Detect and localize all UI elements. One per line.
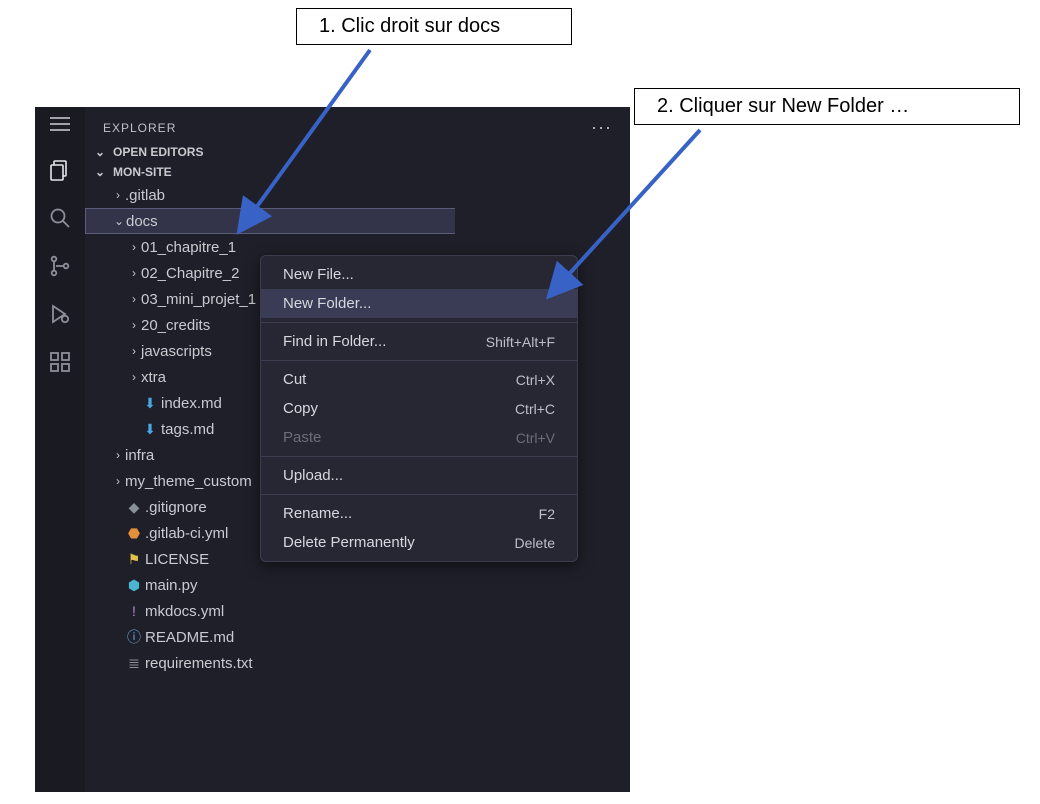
label: .gitignore bbox=[145, 499, 207, 516]
section-workspace-label: MON-SITE bbox=[113, 165, 172, 179]
label: infra bbox=[125, 447, 154, 464]
chevron-right-icon: › bbox=[127, 318, 141, 332]
label: my_theme_custom bbox=[125, 473, 252, 490]
menu-new-file-label: New File... bbox=[283, 266, 354, 283]
chevron-right-icon: › bbox=[111, 474, 125, 488]
menu-cut[interactable]: Cut Ctrl+X bbox=[261, 365, 577, 394]
source-control-icon[interactable] bbox=[47, 253, 73, 279]
label: tags.md bbox=[161, 421, 214, 438]
label: .gitlab-ci.yml bbox=[145, 525, 228, 542]
menu-rename-shortcut: F2 bbox=[539, 506, 555, 522]
menu-delete-label: Delete Permanently bbox=[283, 534, 415, 551]
label: 02_Chapitre_2 bbox=[141, 265, 239, 282]
chevron-right-icon: › bbox=[127, 240, 141, 254]
menu-separator bbox=[261, 322, 577, 323]
section-open-editors[interactable]: ⌄ OPEN EDITORS bbox=[85, 142, 630, 162]
markdown-icon: ⬇ bbox=[141, 395, 159, 412]
tree-file-mkdocs[interactable]: ! mkdocs.yml bbox=[85, 598, 630, 624]
menu-separator bbox=[261, 360, 577, 361]
menu-delete-permanently[interactable]: Delete Permanently Delete bbox=[261, 528, 577, 557]
menu-rename-label: Rename... bbox=[283, 505, 352, 522]
menu-copy-shortcut: Ctrl+C bbox=[515, 401, 555, 417]
menu-separator bbox=[261, 456, 577, 457]
menu-paste: Paste Ctrl+V bbox=[261, 423, 577, 452]
tree-file-readme[interactable]: ⓘ README.md bbox=[85, 624, 630, 650]
context-menu: New File... New Folder... Find in Folder… bbox=[260, 255, 578, 562]
menu-cut-shortcut: Ctrl+X bbox=[516, 372, 555, 388]
menu-paste-label: Paste bbox=[283, 429, 321, 446]
info-icon: ⓘ bbox=[125, 627, 143, 647]
menu-new-file[interactable]: New File... bbox=[261, 260, 577, 289]
label: mkdocs.yml bbox=[145, 603, 224, 620]
menu-delete-shortcut: Delete bbox=[515, 535, 555, 551]
label: requirements.txt bbox=[145, 655, 253, 672]
label: 01_chapitre_1 bbox=[141, 239, 236, 256]
label: LICENSE bbox=[145, 551, 209, 568]
callout-1-text: 1. Clic droit sur docs bbox=[319, 15, 500, 37]
tree-folder-gitlab[interactable]: › .gitlab bbox=[85, 182, 630, 208]
tree-file-requirements[interactable]: ≣ requirements.txt bbox=[85, 650, 630, 676]
license-icon: ⚑ bbox=[125, 551, 143, 568]
menu-separator bbox=[261, 494, 577, 495]
label: docs bbox=[126, 213, 158, 230]
tree-file-mainpy[interactable]: ⬢ main.py bbox=[85, 572, 630, 598]
menu-find-shortcut: Shift+Alt+F bbox=[486, 334, 555, 350]
section-open-editors-label: OPEN EDITORS bbox=[113, 145, 203, 159]
menu-find-in-folder[interactable]: Find in Folder... Shift+Alt+F bbox=[261, 327, 577, 356]
menu-upload[interactable]: Upload... bbox=[261, 461, 577, 490]
git-icon: ◆ bbox=[125, 499, 143, 516]
callout-1: 1. Clic droit sur docs bbox=[296, 8, 572, 45]
label: .gitlab bbox=[125, 187, 165, 204]
chevron-right-icon: › bbox=[127, 344, 141, 358]
label: index.md bbox=[161, 395, 222, 412]
chevron-right-icon: › bbox=[127, 292, 141, 306]
label: xtra bbox=[141, 369, 166, 386]
menu-paste-shortcut: Ctrl+V bbox=[516, 430, 555, 446]
chevron-right-icon: › bbox=[111, 188, 125, 202]
label: javascripts bbox=[141, 343, 212, 360]
chevron-down-icon: ⌄ bbox=[93, 145, 107, 159]
gitlab-icon: ⬣ bbox=[125, 525, 143, 542]
more-actions-icon[interactable]: ··· bbox=[591, 117, 612, 138]
yaml-icon: ! bbox=[125, 603, 143, 619]
run-debug-icon[interactable] bbox=[47, 301, 73, 327]
chevron-down-icon: ⌄ bbox=[112, 214, 126, 228]
section-workspace[interactable]: ⌄ MON-SITE bbox=[85, 162, 630, 182]
callout-2-text: 2. Cliquer sur New Folder … bbox=[657, 95, 909, 117]
markdown-icon: ⬇ bbox=[141, 421, 159, 438]
menu-icon[interactable] bbox=[50, 117, 70, 135]
menu-new-folder[interactable]: New Folder... bbox=[261, 289, 577, 318]
chevron-right-icon: › bbox=[127, 370, 141, 384]
chevron-down-icon: ⌄ bbox=[93, 165, 107, 179]
tree-folder-docs[interactable]: ⌄ docs bbox=[85, 208, 455, 234]
callout-2: 2. Cliquer sur New Folder … bbox=[634, 88, 1020, 125]
explorer-icon[interactable] bbox=[47, 157, 73, 183]
menu-copy-label: Copy bbox=[283, 400, 318, 417]
sidebar-title: EXPLORER bbox=[103, 121, 176, 135]
label: 20_credits bbox=[141, 317, 210, 334]
menu-rename[interactable]: Rename... F2 bbox=[261, 499, 577, 528]
menu-copy[interactable]: Copy Ctrl+C bbox=[261, 394, 577, 423]
menu-cut-label: Cut bbox=[283, 371, 306, 388]
extensions-icon[interactable] bbox=[47, 349, 73, 375]
label: README.md bbox=[145, 629, 234, 646]
python-icon: ⬢ bbox=[125, 577, 143, 594]
chevron-right-icon: › bbox=[111, 448, 125, 462]
chevron-right-icon: › bbox=[127, 266, 141, 280]
menu-upload-label: Upload... bbox=[283, 467, 343, 484]
search-icon[interactable] bbox=[47, 205, 73, 231]
menu-find-label: Find in Folder... bbox=[283, 333, 386, 350]
menu-new-folder-label: New Folder... bbox=[283, 295, 371, 312]
text-icon: ≣ bbox=[125, 655, 143, 672]
activity-bar bbox=[35, 107, 85, 792]
label: 03_mini_projet_1 bbox=[141, 291, 256, 308]
sidebar-header: EXPLORER ··· bbox=[85, 107, 630, 142]
label: main.py bbox=[145, 577, 198, 594]
